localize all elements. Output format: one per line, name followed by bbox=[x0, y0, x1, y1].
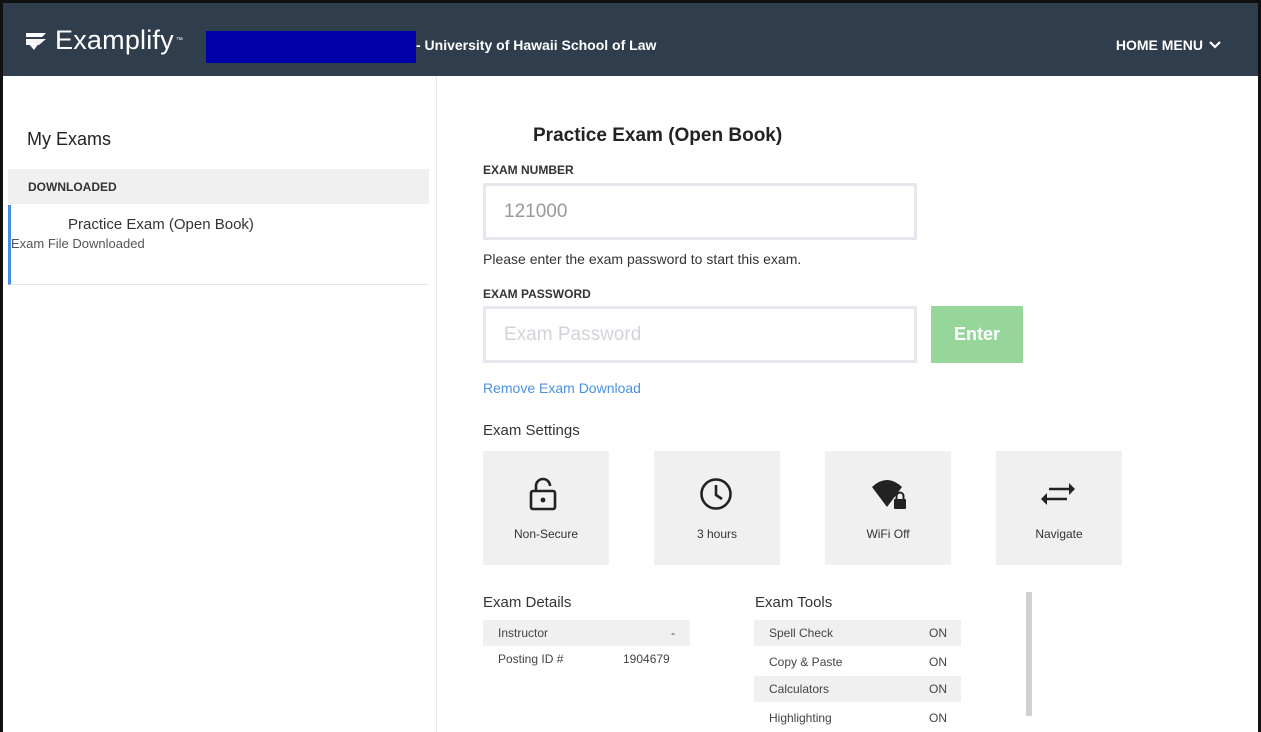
tools-value: ON bbox=[929, 711, 947, 725]
sidebar-exam-title: Practice Exam (Open Book) bbox=[68, 216, 254, 233]
home-menu-button[interactable]: HOME MENU bbox=[1116, 37, 1221, 53]
details-value: - bbox=[671, 626, 675, 640]
clock-icon bbox=[700, 478, 732, 510]
tools-row: Spell Check ON bbox=[754, 620, 961, 646]
chevron-down-icon bbox=[1209, 41, 1221, 49]
downloaded-section-header: DOWNLOADED bbox=[8, 169, 429, 204]
exam-details-title: Exam Details bbox=[483, 594, 572, 611]
tools-row: Highlighting ON bbox=[754, 705, 961, 727]
school-name: - University of Hawaii School of Law bbox=[416, 37, 657, 53]
exam-password-placeholder: Exam Password bbox=[504, 323, 642, 345]
setting-tile-wifi[interactable]: WiFi Off bbox=[825, 451, 951, 565]
scrollbar[interactable] bbox=[1026, 592, 1032, 716]
details-key: Instructor bbox=[498, 626, 549, 640]
sidebar-exam-status: Exam File Downloaded bbox=[11, 236, 145, 251]
exam-number-label: EXAM NUMBER bbox=[483, 163, 574, 177]
tools-value: ON bbox=[929, 655, 947, 669]
details-row: Instructor - bbox=[483, 620, 690, 646]
setting-label: WiFi Off bbox=[866, 527, 910, 541]
exam-tools-title: Exam Tools bbox=[755, 594, 833, 611]
tools-key: Copy & Paste bbox=[769, 655, 843, 669]
tools-value: ON bbox=[929, 682, 947, 696]
unlocked-padlock-icon bbox=[529, 477, 557, 511]
top-bar: Examplify ™ - University of Hawaii School… bbox=[3, 3, 1258, 76]
trademark: ™ bbox=[175, 37, 183, 44]
tools-key: Spell Check bbox=[769, 626, 834, 640]
my-exams-title: My Exams bbox=[27, 129, 112, 149]
examplify-logo-icon bbox=[26, 32, 46, 50]
downloaded-label: DOWNLOADED bbox=[28, 180, 117, 194]
exam-settings-title: Exam Settings bbox=[483, 422, 580, 439]
exam-number-field[interactable]: 121000 bbox=[483, 183, 917, 240]
tools-row: Calculators ON bbox=[754, 676, 961, 702]
tools-key: Calculators bbox=[769, 682, 830, 696]
app-name: Examplify bbox=[55, 25, 174, 55]
tools-key: Highlighting bbox=[769, 711, 832, 725]
password-help-text: Please enter the exam password to start … bbox=[483, 251, 802, 267]
remove-exam-download-link[interactable]: Remove Exam Download bbox=[483, 380, 641, 396]
examplify-logo: Examplify ™ bbox=[25, 25, 183, 56]
sidebar-exam-item[interactable]: Practice Exam (Open Book) Exam File Down… bbox=[8, 205, 429, 285]
exam-password-field[interactable]: Exam Password bbox=[483, 306, 917, 363]
exam-number-value: 121000 bbox=[504, 200, 568, 222]
main-panel: Practice Exam (Open Book) EXAM NUMBER 12… bbox=[437, 76, 1258, 732]
setting-label: 3 hours bbox=[696, 527, 738, 541]
swap-arrows-icon bbox=[1041, 483, 1075, 505]
setting-tile-non-secure[interactable]: Non-Secure bbox=[483, 451, 609, 565]
setting-tile-duration[interactable]: 3 hours bbox=[654, 451, 780, 565]
tools-value: ON bbox=[929, 626, 947, 640]
sidebar: My Exams DOWNLOADED Practice Exam (Open … bbox=[3, 76, 437, 732]
setting-label: Non-Secure bbox=[513, 527, 579, 541]
setting-label: Navigate bbox=[1035, 527, 1083, 541]
details-row: Posting ID # 1904679 bbox=[483, 646, 690, 672]
home-menu-label: HOME MENU bbox=[1115, 37, 1203, 53]
redacted-username bbox=[206, 31, 416, 63]
exam-password-label: EXAM PASSWORD bbox=[483, 287, 591, 301]
wifi-locked-icon bbox=[872, 480, 906, 509]
tools-row: Copy & Paste ON bbox=[754, 649, 961, 675]
setting-tile-navigate[interactable]: Navigate bbox=[996, 451, 1122, 565]
exam-title: Practice Exam (Open Book) bbox=[533, 125, 783, 146]
enter-button[interactable]: Enter bbox=[931, 306, 1023, 363]
details-value: 1904679 bbox=[623, 652, 670, 666]
details-key: Posting ID # bbox=[498, 652, 564, 666]
